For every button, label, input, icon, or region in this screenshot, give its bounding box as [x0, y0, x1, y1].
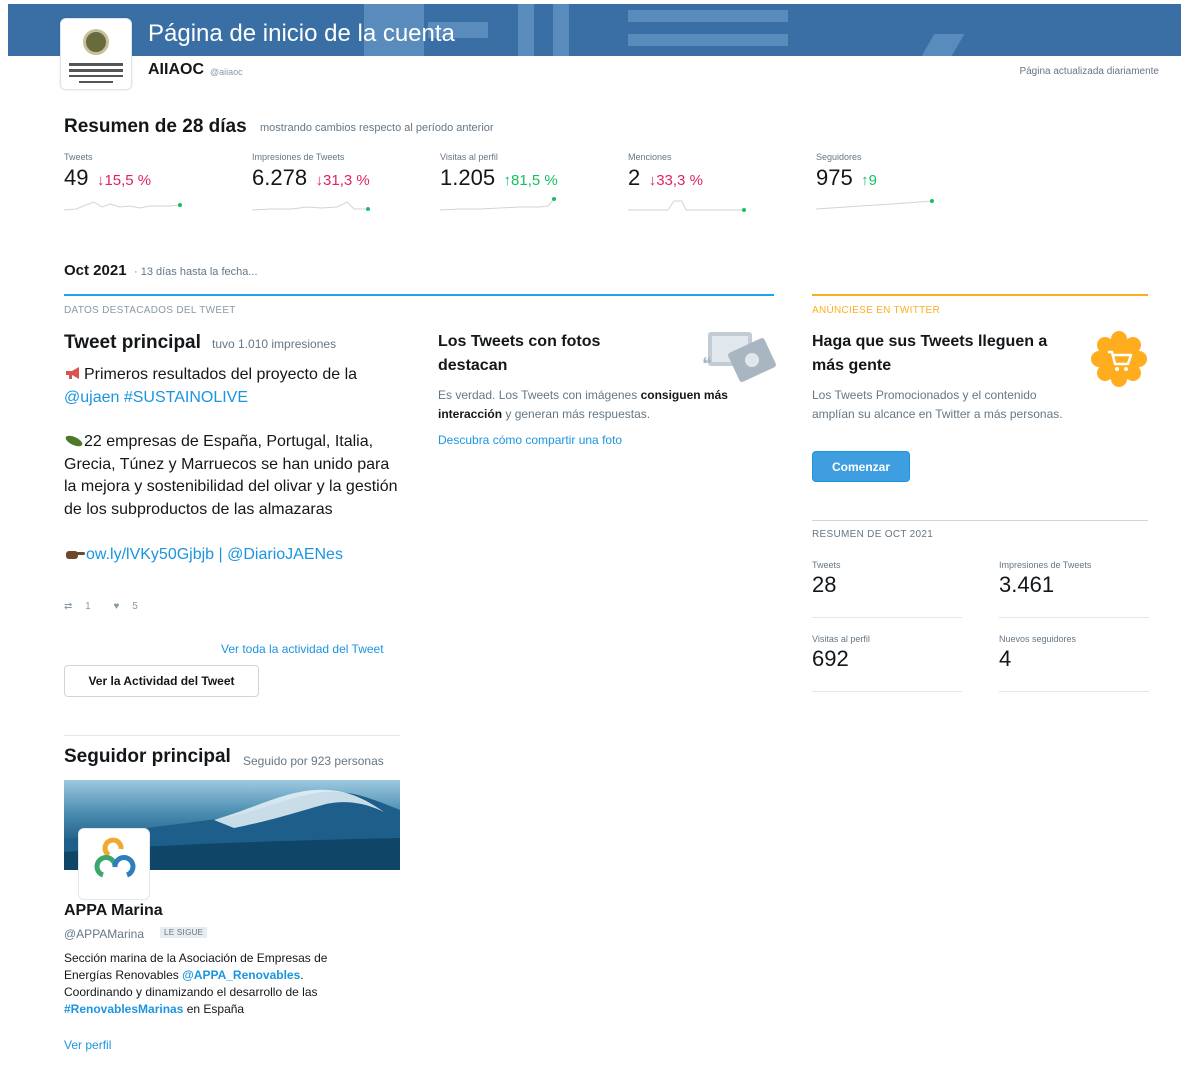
shopping-cart-icon [1091, 331, 1147, 387]
metric-label: Impresiones de Tweets [252, 152, 345, 162]
metric-impressions: Impresiones de Tweets 6.278 ↓31,3 % [252, 152, 422, 222]
sparkline [252, 201, 370, 211]
banner-decoration [628, 10, 788, 22]
banner-decoration [553, 4, 569, 56]
banner-decoration [628, 34, 788, 46]
photo-tip-body: Es verdad. Los Tweets con imágenes consi… [438, 388, 728, 421]
share-photo-link[interactable]: Descubra cómo compartir una foto [438, 433, 622, 447]
stat-value: 3.461 [999, 572, 1055, 597]
stat-label: Nuevos seguidores [999, 634, 1077, 644]
tweet-text[interactable]: Primeros resultados del proyecto de la @… [64, 364, 404, 566]
oct-impressions: Impresiones de Tweets 3.461 [999, 560, 1149, 618]
oct-new-followers: Nuevos seguidores 4 [999, 634, 1149, 692]
oct-summary-header: RESUMEN DE OCT 2021 [812, 520, 1148, 540]
view-profile-link[interactable]: Ver perfil [64, 1038, 111, 1052]
metric-value: 2 [628, 165, 641, 190]
metric-change: ↓31,3 % [315, 172, 370, 189]
ad-body: Los Tweets Promocionados y el contenido … [812, 388, 1063, 421]
stat-label: Impresiones de Tweets [999, 560, 1092, 570]
metric-value: 6.278 [252, 165, 308, 190]
tweet-url-link[interactable]: ow.ly/lVKy50Gjbjb [86, 546, 214, 563]
svg-text:❝: ❝ [702, 354, 712, 375]
stat-label: Tweets [812, 560, 841, 570]
follower-avatar[interactable] [78, 828, 150, 900]
period-subtitle: · 13 días hasta la fecha... [134, 266, 258, 278]
stat-label: Visitas al perfil [812, 634, 870, 644]
metric-tweets: Tweets 49 ↓15,5 % [64, 152, 234, 222]
oct-tweets: Tweets 28 [812, 560, 962, 618]
tweet-activity-button[interactable]: Ver la Actividad del Tweet [64, 665, 259, 697]
arrow-up-icon: ↑ [861, 172, 869, 189]
seal-icon [83, 29, 109, 55]
arrow-up-icon: ↑ [503, 172, 512, 189]
metric-label: Menciones [628, 152, 672, 162]
top-tweet-subtitle: tuvo 1.010 impresiones [212, 337, 337, 351]
metric-change: ↑9 [861, 172, 878, 189]
oct-profile-visits: Visitas al perfil 692 [812, 634, 962, 692]
account-name[interactable]: AIIAOC [148, 61, 204, 79]
follows-you-badge: LE SIGUE [160, 927, 208, 938]
logo-text-line [79, 81, 113, 83]
pointing-hand-icon [66, 550, 85, 559]
logo-text-line [69, 75, 123, 77]
metric-mentions: Menciones 2 ↓33,3 % [628, 152, 798, 222]
sparkline [440, 197, 556, 211]
metric-label: Visitas al perfil [440, 152, 498, 162]
bio-mention-link[interactable]: @APPA_Renovables [182, 968, 300, 982]
metric-change: ↓33,3 % [648, 172, 703, 189]
olive-branch-icon [65, 435, 83, 447]
sparkline [628, 200, 746, 212]
logo-text-line [69, 63, 123, 66]
section-divider [64, 735, 400, 736]
heart-icon: ♥ [113, 601, 120, 612]
account-handle: @aiiaoc [210, 67, 243, 77]
metric-change: ↓15,5 % [96, 172, 152, 189]
highlights-header: DATOS DESTACADOS DEL TWEET [64, 294, 774, 316]
sparkline [816, 199, 934, 210]
stat-value: 4 [999, 646, 1012, 671]
summary-title: Resumen de 28 días [64, 116, 247, 137]
metric-value: 49 [64, 165, 89, 190]
account-avatar[interactable] [60, 18, 132, 90]
photo-tip-title: Los Tweets con fotos destacan [438, 333, 601, 374]
stat-value: 692 [812, 646, 849, 671]
banner-decoration [921, 34, 965, 56]
tweet-mention-link[interactable]: @DiarioJAENes [227, 546, 343, 563]
tweet-engagement: ⇄ 1 ♥ 5 [64, 601, 158, 612]
top-follower-title: Seguidor principal [64, 746, 231, 767]
start-button[interactable]: Comenzar [812, 451, 910, 482]
all-activity-link[interactable]: Ver toda la actividad del Tweet [221, 642, 384, 656]
top-follower-subtitle: Seguido por 923 personas [243, 754, 384, 768]
appa-logo-icon [94, 837, 136, 878]
logo-text-line [69, 69, 123, 72]
tweet-mention-link[interactable]: @ujaen #SUSTAINOLIVE [64, 389, 248, 406]
period-title: Oct 2021 [64, 262, 127, 279]
follower-handle: @APPAMarina [64, 927, 144, 941]
page-title: Página de inicio de la cuenta [148, 20, 455, 47]
photo-icon: ❝ [702, 332, 776, 382]
top-tweet-title: Tweet principal [64, 332, 201, 353]
ad-header: ANÚNCIESE EN TWITTER [812, 294, 1148, 316]
metric-change: ↑81,5 % [503, 172, 558, 189]
retweet-count: 1 [85, 601, 91, 612]
retweet-icon: ⇄ [64, 601, 73, 612]
arrow-down-icon: ↓ [315, 172, 324, 189]
metric-label: Tweets [64, 152, 93, 162]
megaphone-icon [66, 367, 79, 379]
metric-value: 975 [816, 165, 853, 190]
follower-name[interactable]: APPA Marina [64, 902, 163, 920]
metric-followers: Seguidores 975 ↑9 [816, 152, 986, 222]
metric-label: Seguidores [816, 152, 862, 162]
stat-value: 28 [812, 572, 837, 597]
like-count: 5 [132, 601, 138, 612]
sparkline [64, 201, 182, 211]
follower-bio: Sección marina de la Asociación de Empre… [64, 951, 328, 1016]
bio-hashtag-link[interactable]: #RenovablesMarinas [64, 1002, 183, 1016]
banner-decoration [518, 4, 534, 56]
summary-subtitle: mostrando cambios respecto al período an… [260, 122, 494, 134]
ad-title: Haga que sus Tweets lleguen a más gente [812, 333, 1048, 374]
metric-profile-visits: Visitas al perfil 1.205 ↑81,5 % [440, 152, 610, 222]
updated-note: Página actualizada diariamente [1019, 66, 1159, 77]
metric-value: 1.205 [440, 165, 496, 190]
